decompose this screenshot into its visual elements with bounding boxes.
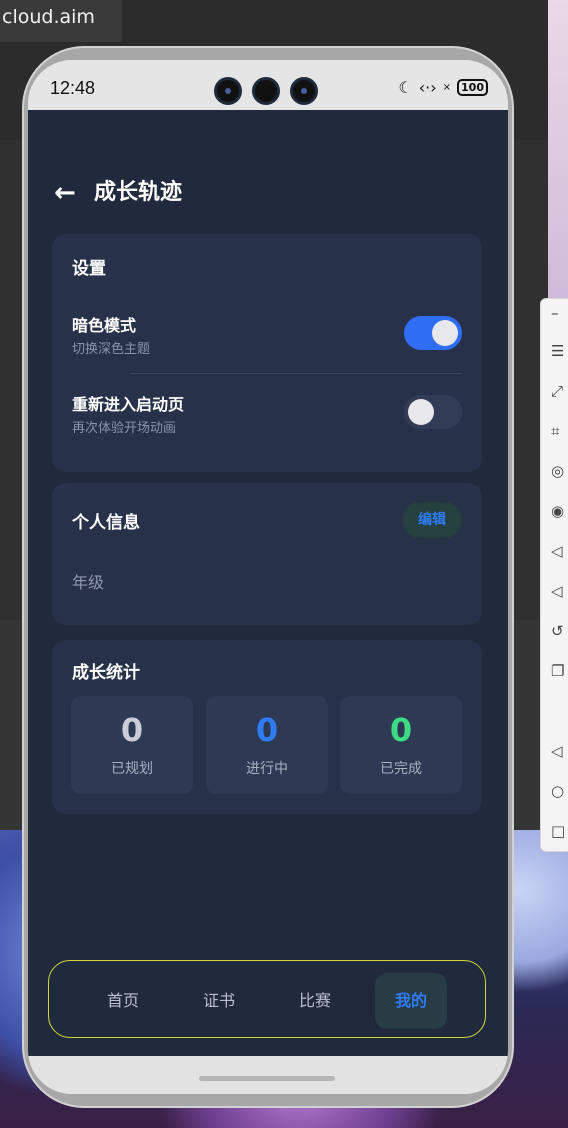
restart-splash-toggle[interactable]	[404, 395, 462, 429]
nav-certificates[interactable]: 证书	[183, 973, 255, 1029]
phone-screen: 12:48 ☾ ‹·› × 100 ← 成长轨迹 设置 暗色模式 切换深色主题 …	[28, 60, 508, 1094]
recents-nav-icon[interactable]: □	[551, 821, 568, 841]
menu-icon[interactable]: ☰	[551, 341, 568, 361]
camera-icon	[214, 77, 242, 105]
restart-splash-label: 重新进入启动页	[72, 395, 185, 414]
record-icon[interactable]: ◉	[551, 501, 568, 521]
profile-card: 个人信息 编辑 年级	[52, 483, 482, 625]
signal-off-icon: ×	[442, 82, 452, 93]
stat-in-progress-label: 进行中	[246, 761, 288, 777]
settings-card: 设置 暗色模式 切换深色主题 重新进入启动页 再次体验开场动画	[52, 234, 482, 472]
copy-icon[interactable]: ❐	[551, 661, 568, 681]
stat-in-progress: 0 进行中	[206, 696, 328, 794]
divider	[130, 373, 462, 374]
moon-icon: ☾	[398, 78, 413, 97]
camera-icon	[290, 77, 318, 105]
stat-planned-value: 0	[120, 711, 144, 749]
back-nav-icon[interactable]: ◁	[551, 741, 568, 761]
home-indicator[interactable]	[199, 1076, 335, 1081]
home-bar-area	[28, 1056, 508, 1094]
app-screen: ← 成长轨迹 设置 暗色模式 切换深色主题 重新进入启动页 再次体验开场动画 个…	[28, 110, 508, 1056]
emulator-toolbar: – ☰ ⤢ ⌗ ◎ ◉ ◁ ◁ ↺ ❐ ◁ ○ □	[540, 298, 568, 852]
home-nav-icon[interactable]: ○	[551, 781, 568, 801]
dark-mode-sub: 切换深色主题	[72, 342, 151, 357]
status-icons: ☾ ‹·› × 100	[398, 78, 488, 97]
stats-card: 成长统计 0 已规划 0 进行中 0 已完成	[52, 640, 482, 814]
nav-home[interactable]: 首页	[87, 973, 159, 1029]
dark-mode-label: 暗色模式	[72, 316, 137, 335]
stat-in-progress-value: 0	[255, 711, 279, 749]
stats-title: 成长统计	[72, 663, 140, 683]
window-title: cloud.aim	[0, 0, 122, 42]
arrow-left-icon[interactable]: ←	[54, 178, 76, 208]
camera-icon	[252, 77, 280, 105]
settings-title: 设置	[72, 259, 106, 279]
grade-label: 年级	[72, 573, 105, 592]
status-time: 12:48	[50, 78, 96, 98]
status-bar: 12:48 ☾ ‹·› × 100	[28, 60, 508, 110]
stat-completed: 0 已完成	[340, 696, 462, 794]
stat-planned-label: 已规划	[111, 761, 153, 777]
toggle-knob	[408, 399, 434, 425]
stat-completed-value: 0	[389, 711, 413, 749]
profile-title: 个人信息	[72, 513, 140, 533]
rotate-icon[interactable]: ⤢	[551, 381, 568, 401]
page-title: 成长轨迹	[94, 180, 183, 205]
bottom-nav: 首页 证书 比赛 我的	[48, 960, 486, 1038]
camera-icon[interactable]: ◎	[551, 461, 568, 481]
nav-competitions[interactable]: 比赛	[279, 973, 351, 1029]
stat-planned: 0 已规划	[71, 696, 193, 794]
dark-mode-toggle[interactable]	[404, 316, 462, 350]
volume-down-icon[interactable]: ◁	[551, 541, 568, 561]
data-transfer-icon: ‹·›	[418, 78, 437, 97]
nav-mine[interactable]: 我的	[375, 973, 447, 1029]
crop-icon[interactable]: ⌗	[551, 421, 568, 441]
edit-button[interactable]: 编辑	[402, 502, 462, 538]
battery-icon: 100	[457, 79, 488, 96]
toggle-knob	[432, 320, 458, 346]
rotate-left-icon[interactable]: ↺	[551, 621, 568, 641]
stat-completed-label: 已完成	[380, 761, 422, 777]
restart-splash-sub: 再次体验开场动画	[72, 421, 177, 436]
minimize-icon[interactable]: –	[551, 303, 568, 323]
volume-up-icon[interactable]: ◁	[551, 581, 568, 601]
